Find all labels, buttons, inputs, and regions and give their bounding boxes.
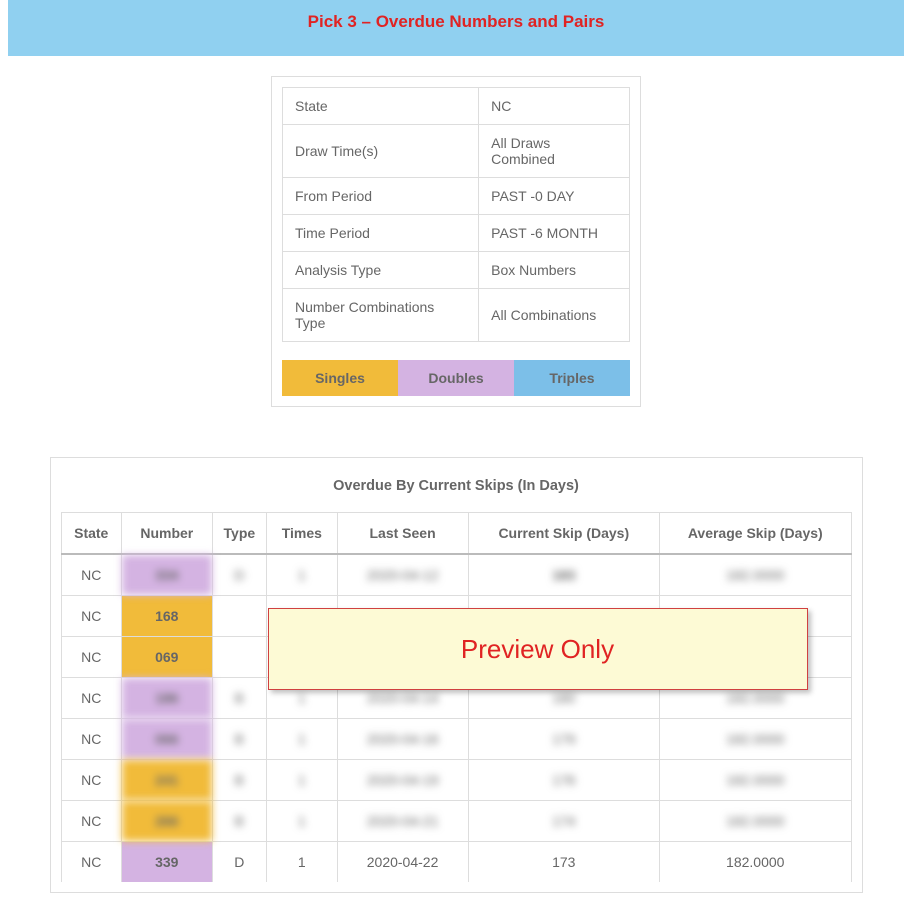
cell-number: 069 [121, 637, 212, 678]
header-times: Times [267, 513, 338, 555]
cell-times: 1 [267, 842, 338, 883]
cell-avgskip: 182.0000 [660, 842, 851, 883]
cell-times: 1 [267, 719, 338, 760]
cell-number: 168 [121, 596, 212, 637]
tabs: Singles Doubles Triples [282, 360, 630, 396]
results-box: Overdue By Current Skips (In Days) State… [50, 457, 863, 893]
cell-state: NC [61, 554, 121, 596]
cell-state: NC [61, 678, 121, 719]
table-row: NC066B12020-04-16179182.0000 [61, 719, 851, 760]
cell-type [212, 637, 266, 678]
table-row: NC339D12020-04-22173182.0000 [61, 842, 851, 883]
cell-number: 186 [121, 678, 212, 719]
header-state: State [61, 513, 121, 555]
cell-curskip: 173 [468, 842, 659, 883]
cell-type: B [212, 719, 266, 760]
params-label: Analysis Type [283, 252, 479, 289]
params-value: PAST -0 DAY [479, 178, 630, 215]
cell-curskip: 183 [468, 554, 659, 596]
banner: Pick 3 – Overdue Numbers and Pairs [8, 0, 904, 56]
results-title: Overdue By Current Skips (In Days) [61, 468, 852, 512]
table-row: NC334D12020-04-12183182.0000 [61, 554, 851, 596]
cell-number: 334 [121, 554, 212, 596]
table-row: NC266B12020-04-21174182.0000 [61, 801, 851, 842]
params-value: All Draws Combined [479, 125, 630, 178]
cell-lastseen: 2020-04-21 [337, 801, 468, 842]
cell-avgskip: 182.0000 [660, 801, 851, 842]
cell-avgskip: 182.0000 [660, 760, 851, 801]
cell-type: D [212, 842, 266, 883]
cell-type: B [212, 801, 266, 842]
cell-number: 066 [121, 719, 212, 760]
header-type: Type [212, 513, 266, 555]
params-value: All Combinations [479, 289, 630, 342]
cell-avgskip: 182.0000 [660, 719, 851, 760]
params-label: From Period [283, 178, 479, 215]
params-row: Draw Time(s)All Draws Combined [283, 125, 630, 178]
cell-curskip: 176 [468, 760, 659, 801]
params-label: Number Combinations Type [283, 289, 479, 342]
cell-lastseen: 2020-04-19 [337, 760, 468, 801]
cell-state: NC [61, 760, 121, 801]
cell-number: 266 [121, 801, 212, 842]
params-row: Time PeriodPAST -6 MONTH [283, 215, 630, 252]
cell-type [212, 596, 266, 637]
params-value: NC [479, 88, 630, 125]
cell-number: 339 [121, 842, 212, 883]
cell-type: B [212, 678, 266, 719]
header-avgskip: Average Skip (Days) [660, 513, 851, 555]
cell-times: 1 [267, 801, 338, 842]
cell-state: NC [61, 596, 121, 637]
cell-times: 1 [267, 760, 338, 801]
tab-doubles[interactable]: Doubles [398, 360, 514, 396]
params-value: Box Numbers [479, 252, 630, 289]
cell-lastseen: 2020-04-16 [337, 719, 468, 760]
header-number: Number [121, 513, 212, 555]
table-row: NC241B12020-04-19176182.0000 [61, 760, 851, 801]
params-label: State [283, 88, 479, 125]
cell-state: NC [61, 719, 121, 760]
params-table: StateNCDraw Time(s)All Draws CombinedFro… [282, 87, 630, 342]
cell-curskip: 179 [468, 719, 659, 760]
params-label: Draw Time(s) [283, 125, 479, 178]
params-value: PAST -6 MONTH [479, 215, 630, 252]
tab-singles[interactable]: Singles [282, 360, 398, 396]
cell-curskip: 174 [468, 801, 659, 842]
cell-number: 241 [121, 760, 212, 801]
cell-type: B [212, 760, 266, 801]
header-curskip: Current Skip (Days) [468, 513, 659, 555]
params-row: StateNC [283, 88, 630, 125]
params-row: Analysis TypeBox Numbers [283, 252, 630, 289]
results-table: State Number Type Times Last Seen Curren… [61, 512, 852, 882]
params-row: From PeriodPAST -0 DAY [283, 178, 630, 215]
cell-state: NC [61, 637, 121, 678]
preview-overlay-text: Preview Only [461, 634, 614, 665]
cell-avgskip: 182.0000 [660, 554, 851, 596]
params-box: StateNCDraw Time(s)All Draws CombinedFro… [271, 76, 641, 407]
tab-triples[interactable]: Triples [514, 360, 630, 396]
preview-overlay: Preview Only [268, 608, 808, 690]
cell-lastseen: 2020-04-22 [337, 842, 468, 883]
cell-state: NC [61, 801, 121, 842]
page-title: Pick 3 – Overdue Numbers and Pairs [8, 12, 904, 32]
cell-state: NC [61, 842, 121, 883]
cell-times: 1 [267, 554, 338, 596]
params-label: Time Period [283, 215, 479, 252]
cell-type: D [212, 554, 266, 596]
header-lastseen: Last Seen [337, 513, 468, 555]
cell-lastseen: 2020-04-12 [337, 554, 468, 596]
params-row: Number Combinations TypeAll Combinations [283, 289, 630, 342]
